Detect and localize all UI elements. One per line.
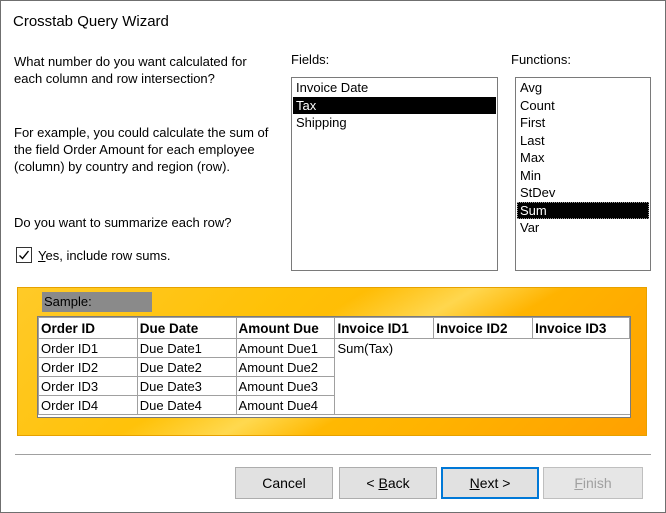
table-cell bbox=[434, 339, 533, 358]
back-button[interactable]: < Back bbox=[339, 467, 437, 499]
column-header: Order ID bbox=[38, 317, 138, 339]
table-cell: Due Date4 bbox=[136, 395, 237, 415]
calculation-question: What number do you want calculated for e… bbox=[14, 54, 247, 86]
summarize-question: Do you want to summarize each row? bbox=[14, 215, 232, 230]
table-cell: Order ID3 bbox=[38, 376, 138, 396]
cancel-button[interactable]: Cancel bbox=[235, 467, 333, 499]
sample-panel: Sample: Order ID Due Date Amount Due Inv… bbox=[17, 287, 647, 436]
table-cell bbox=[532, 395, 630, 415]
finish-button-rest: inish bbox=[582, 475, 612, 491]
table-cell: Amount Due1 bbox=[235, 338, 336, 358]
table-cell bbox=[533, 358, 630, 377]
table-cell bbox=[533, 377, 630, 396]
fields-listbox[interactable]: Invoice Date Tax Shipping bbox=[291, 77, 498, 271]
column-header: Due Date bbox=[136, 317, 237, 339]
table-cell: Order ID2 bbox=[38, 357, 138, 377]
back-button-prefix: < bbox=[366, 475, 379, 491]
back-button-rest: ack bbox=[387, 475, 410, 491]
function-item-stdev[interactable]: StDev bbox=[517, 184, 649, 202]
row-sums-checkbox[interactable] bbox=[16, 247, 32, 263]
checkmark-icon bbox=[19, 250, 30, 260]
column-header: Invoice ID1 bbox=[334, 317, 435, 339]
column-header: Invoice ID3 bbox=[532, 317, 630, 339]
window-title: Crosstab Query Wizard bbox=[13, 13, 169, 30]
table-cell: Order ID1 bbox=[38, 338, 138, 358]
table-cell: Due Date2 bbox=[136, 357, 237, 377]
next-button[interactable]: Next > bbox=[441, 467, 539, 499]
value-cell: Sum(Tax) bbox=[334, 338, 434, 358]
sample-label: Sample: bbox=[42, 292, 152, 312]
function-item-last[interactable]: Last bbox=[517, 132, 649, 150]
function-item-max[interactable]: Max bbox=[517, 149, 649, 167]
function-item-sum[interactable]: Sum bbox=[517, 201, 649, 219]
next-access-key: N bbox=[469, 475, 480, 491]
table-cell bbox=[334, 376, 434, 396]
sample-header-row: Order ID Due Date Amount Due Invoice ID1… bbox=[38, 317, 630, 339]
column-header: Invoice ID2 bbox=[433, 317, 534, 339]
field-item-shipping[interactable]: Shipping bbox=[293, 114, 496, 132]
table-cell bbox=[334, 357, 434, 377]
table-cell: Amount Due3 bbox=[235, 376, 336, 396]
table-cell: Amount Due4 bbox=[235, 395, 336, 415]
table-row: Order ID4 Due Date4 Amount Due4 bbox=[38, 395, 630, 415]
table-cell: Order ID4 bbox=[38, 395, 138, 415]
sample-grid: Order ID Due Date Amount Due Invoice ID1… bbox=[37, 316, 631, 418]
table-row: Order ID1 Due Date1 Amount Due1 Sum(Tax) bbox=[38, 338, 630, 358]
field-item-invoice-date[interactable]: Invoice Date bbox=[293, 79, 496, 97]
function-item-avg[interactable]: Avg bbox=[517, 79, 649, 97]
functions-label: Functions: bbox=[511, 52, 571, 67]
example-text: For example, you could calculate the sum… bbox=[14, 125, 269, 174]
button-separator bbox=[15, 454, 651, 455]
field-item-tax[interactable]: Tax bbox=[293, 96, 496, 114]
row-sums-label-text: es, include row sums. bbox=[45, 248, 171, 263]
column-header: Amount Due bbox=[235, 317, 336, 339]
row-sums-label[interactable]: Yes, include row sums. bbox=[38, 247, 170, 264]
table-row: Order ID3 Due Date3 Amount Due3 bbox=[38, 376, 630, 396]
crosstab-query-wizard-window: Crosstab Query Wizard What number do you… bbox=[0, 0, 666, 513]
table-cell: Due Date3 bbox=[136, 376, 237, 396]
function-item-count[interactable]: Count bbox=[517, 97, 649, 115]
table-cell bbox=[434, 358, 533, 377]
table-cell bbox=[334, 395, 434, 415]
sample-table: Order ID Due Date Amount Due Invoice ID1… bbox=[38, 317, 630, 415]
finish-access-key: F bbox=[574, 475, 583, 491]
finish-button[interactable]: Finish bbox=[543, 467, 643, 499]
function-item-var[interactable]: Var bbox=[517, 219, 649, 237]
table-cell bbox=[434, 377, 533, 396]
back-access-key: B bbox=[378, 475, 388, 491]
function-item-first[interactable]: First bbox=[517, 114, 649, 132]
fields-label: Fields: bbox=[291, 52, 330, 67]
table-cell: Amount Due2 bbox=[235, 357, 336, 377]
next-button-rest: ext > bbox=[479, 475, 511, 491]
functions-listbox[interactable]: Avg Count First Last Max Min StDev Sum V… bbox=[515, 77, 651, 271]
table-cell bbox=[433, 395, 533, 415]
table-cell bbox=[533, 339, 630, 358]
table-row: Order ID2 Due Date2 Amount Due2 bbox=[38, 357, 630, 377]
function-item-min[interactable]: Min bbox=[517, 167, 649, 185]
table-cell: Due Date1 bbox=[136, 338, 237, 358]
